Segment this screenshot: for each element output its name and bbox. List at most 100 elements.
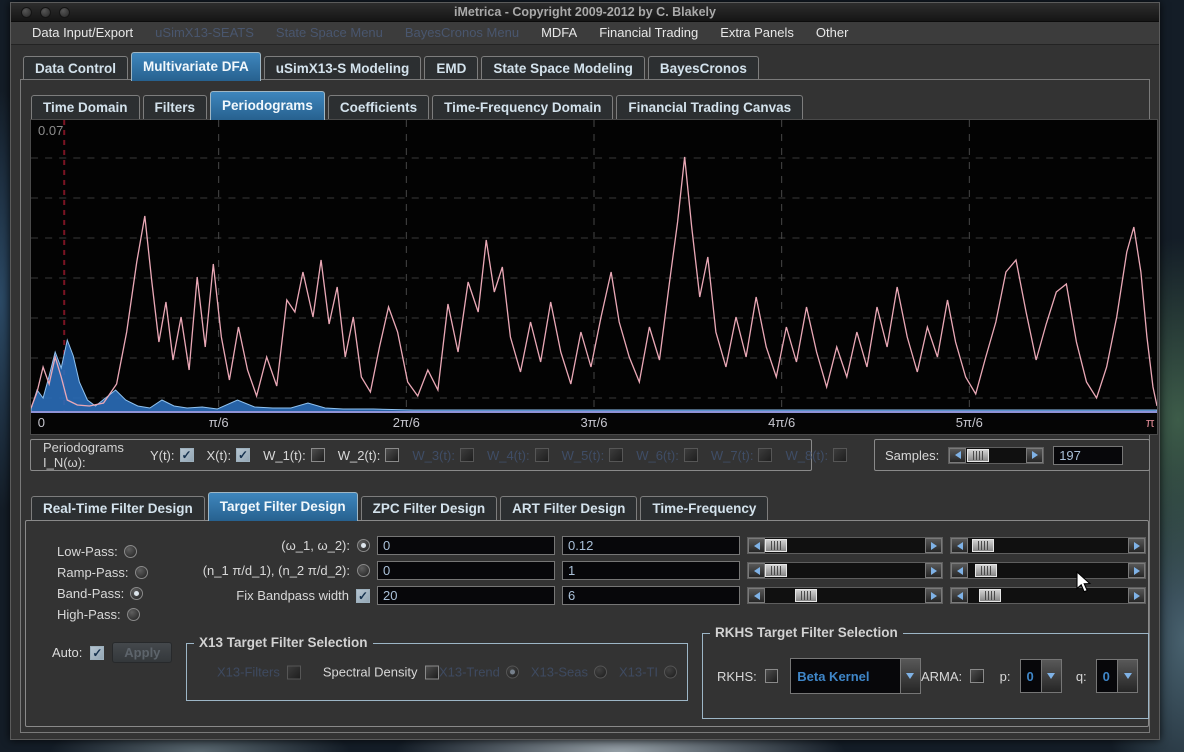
rkhs-checkbox[interactable]	[765, 669, 779, 683]
periodogram-toggle-w-4-t: W_4(t):	[487, 448, 549, 463]
cutoff-scrollbar-0-1-right-arrow-button[interactable]	[925, 538, 942, 553]
cutoff-scrollbar-1-2-right-arrow-button[interactable]	[1128, 563, 1145, 578]
samples-scrollbar-track[interactable]	[966, 448, 1026, 463]
cutoff-field-2-2[interactable]: 6	[562, 586, 740, 605]
samples-scrollbar-left-arrow-button[interactable]	[949, 448, 966, 463]
q-select-dropdown-button[interactable]	[1117, 660, 1137, 692]
tab-bayescronos[interactable]: BayesCronos	[648, 56, 759, 81]
cutoff-field-1-2[interactable]: 1	[562, 561, 740, 580]
cutoff-field-0-1[interactable]: 0	[377, 536, 555, 555]
checkbox-fix-bandpass-width[interactable]: ✓	[356, 589, 370, 603]
cutoff-scrollbar-0-1-track[interactable]	[765, 538, 925, 553]
cutoff-scrollbar-2-1[interactable]	[747, 587, 943, 604]
cutoff-field-2-1[interactable]: 20	[377, 586, 555, 605]
cutoff-scrollbar-2-1-thumb[interactable]	[795, 589, 817, 602]
cutoff-scrollbar-2-2[interactable]	[950, 587, 1146, 604]
filtertab-art-filter-design[interactable]: ART Filter Design	[500, 496, 637, 521]
checkbox-y-t[interactable]: ✓	[180, 448, 194, 462]
menu-item-financial-trading[interactable]: Financial Trading	[588, 22, 709, 44]
cutoff-scrollbar-2-1-right-arrow-button[interactable]	[925, 588, 942, 603]
window-minimize-button[interactable]	[40, 7, 51, 18]
checkbox-w-1-t[interactable]	[311, 448, 325, 462]
cutoff-scrollbar-0-2-left-arrow-button[interactable]	[951, 538, 968, 553]
p-select[interactable]: 0	[1020, 659, 1062, 693]
cutoff-scrollbar-0-2-right-arrow-button[interactable]	[1128, 538, 1145, 553]
radio-band-pass[interactable]	[130, 587, 143, 600]
cutoff-scrollbar-1-1-right-arrow-button[interactable]	[925, 563, 942, 578]
cutoff-scrollbar-0-1-thumb[interactable]	[765, 539, 787, 552]
samples-value-field[interactable]: 197	[1053, 446, 1123, 465]
auto-checkbox[interactable]: ✓	[90, 646, 104, 660]
cutoff-scrollbar-1-1-track[interactable]	[765, 563, 925, 578]
filtertab-zpc-filter-design[interactable]: ZPC Filter Design	[361, 496, 498, 521]
tab-usimx13-s-modeling[interactable]: uSimX13-S Modeling	[264, 56, 422, 81]
radio-cutoff-row-1[interactable]	[357, 564, 370, 577]
p-select-dropdown-button[interactable]	[1041, 660, 1061, 692]
subtab-filters[interactable]: Filters	[143, 95, 208, 120]
cutoff-scrollbar-0-1-left-arrow-button[interactable]	[748, 538, 765, 553]
cutoff-field-1-1[interactable]: 0	[377, 561, 555, 580]
window-maximize-button[interactable]	[59, 7, 70, 18]
cutoff-scrollbar-0-1[interactable]	[747, 537, 943, 554]
subtab-time-frequency-domain[interactable]: Time-Frequency Domain	[432, 95, 613, 120]
filtertab-real-time-filter-design[interactable]: Real-Time Filter Design	[31, 496, 205, 521]
title-bar[interactable]: iMetrica - Copyright 2009-2012 by C. Bla…	[11, 3, 1159, 22]
radio-ramp-pass[interactable]	[135, 566, 148, 579]
filtertab-target-filter-design[interactable]: Target Filter Design	[208, 492, 358, 521]
checkbox-spectral-density[interactable]	[425, 665, 439, 679]
samples-box: Samples: 197	[874, 439, 1150, 471]
tab-state-space-modeling[interactable]: State Space Modeling	[481, 56, 645, 81]
subtab-financial-trading-canvas[interactable]: Financial Trading Canvas	[616, 95, 803, 120]
cutoff-scrollbar-2-2-thumb[interactable]	[979, 589, 1001, 602]
q-select[interactable]: 0	[1096, 659, 1138, 693]
cutoff-scrollbar-2-1-left-arrow-button[interactable]	[748, 588, 765, 603]
cutoff-scrollbar-1-2-thumb[interactable]	[975, 564, 997, 577]
menu-item-data-input-export[interactable]: Data Input/Export	[21, 22, 144, 44]
subtab-periodograms[interactable]: Periodograms	[210, 91, 325, 120]
checkbox-x13-filters	[287, 665, 301, 679]
samples-scrollbar-right-arrow-button[interactable]	[1026, 448, 1043, 463]
subtab-coefficients[interactable]: Coefficients	[328, 95, 429, 120]
cutoff-scrollbar-1-1-left-arrow-button[interactable]	[748, 563, 765, 578]
radio-high-pass[interactable]	[127, 608, 140, 621]
cutoff-scrollbar-2-2-left-arrow-button[interactable]	[951, 588, 968, 603]
tab-data-control[interactable]: Data Control	[23, 56, 128, 81]
radio-x13-ti	[664, 666, 677, 679]
cutoff-label: Fix Bandpass width	[236, 588, 349, 603]
samples-scrollbar[interactable]	[948, 447, 1044, 464]
cutoff-scrollbar-1-2-track[interactable]	[968, 563, 1128, 578]
samples-scrollbar-thumb[interactable]	[967, 449, 989, 462]
menu-item-other[interactable]: Other	[805, 22, 860, 44]
subtab-time-domain[interactable]: Time Domain	[31, 95, 140, 120]
cutoff-scrollbar-2-2-track[interactable]	[968, 588, 1128, 603]
periodogram-toggle-label: W_3(t):	[412, 448, 455, 463]
window-close-button[interactable]	[21, 7, 32, 18]
checkbox-w-2-t[interactable]	[385, 448, 399, 462]
p-select-value: 0	[1021, 660, 1041, 692]
radio-cutoff-row-0[interactable]	[357, 539, 370, 552]
x13-label-x13-ti: X13-TI	[619, 665, 658, 680]
kernel-select-dropdown-button[interactable]	[900, 659, 920, 693]
cutoff-scrollbar-1-2-left-arrow-button[interactable]	[951, 563, 968, 578]
radio-low-pass[interactable]	[124, 545, 137, 558]
cutoff-scrollbar-0-2-thumb[interactable]	[972, 539, 994, 552]
checkbox-x-t[interactable]: ✓	[236, 448, 250, 462]
arma-checkbox[interactable]	[970, 669, 984, 683]
q-label: q:	[1076, 669, 1087, 684]
cutoff-scrollbar-2-2-right-arrow-button[interactable]	[1128, 588, 1145, 603]
menu-item-mdfa[interactable]: MDFA	[530, 22, 588, 44]
periodogram-toggle-label: Y(t):	[150, 448, 175, 463]
cutoff-scrollbar-1-1-thumb[interactable]	[765, 564, 787, 577]
menu-item-usimx13-seats: uSimX13-SEATS	[144, 22, 265, 44]
cutoff-scrollbar-2-1-track[interactable]	[765, 588, 925, 603]
cutoff-field-0-2[interactable]: 0.12	[562, 536, 740, 555]
tab-multivariate-dfa[interactable]: Multivariate DFA	[131, 52, 261, 81]
cutoff-scrollbar-0-2[interactable]	[950, 537, 1146, 554]
tab-emd[interactable]: EMD	[424, 56, 478, 81]
filtertab-time-frequency[interactable]: Time-Frequency	[640, 496, 768, 521]
cutoff-scrollbar-0-2-track[interactable]	[968, 538, 1128, 553]
cutoff-scrollbar-1-1[interactable]	[747, 562, 943, 579]
menu-item-extra-panels[interactable]: Extra Panels	[709, 22, 805, 44]
cutoff-scrollbar-1-2[interactable]	[950, 562, 1146, 579]
kernel-select[interactable]: Beta Kernel	[790, 658, 921, 694]
